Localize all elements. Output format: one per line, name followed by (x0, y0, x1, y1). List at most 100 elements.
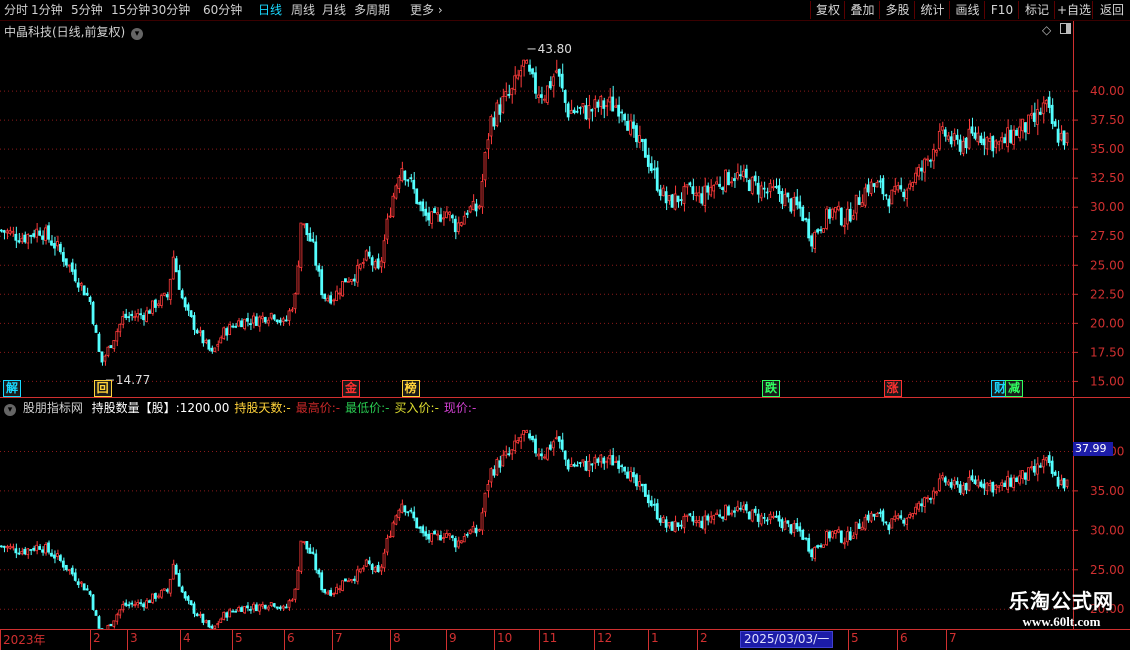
sub-candle-body-235 (697, 520, 701, 524)
candle-body-51 (151, 300, 154, 314)
sub-candle-body-108 (320, 572, 324, 591)
toolbar-button-0[interactable]: 复权 (810, 1, 845, 19)
main-chart-panel[interactable]: 15.00 17.50 20.00 22.50 25.00 27.50 30.00 32.50… (0, 21, 1130, 397)
toolbar-button-8[interactable]: 返回 (1092, 1, 1130, 19)
indicator-panel[interactable]: 20.0025.0030.0035.0040.00 ▾ 股朋指标网 持股数量【股… (0, 397, 1130, 629)
toolbar-button-5[interactable]: F10 (984, 1, 1019, 19)
candle-body-224 (664, 191, 668, 204)
sub-candle-body-212 (629, 471, 632, 482)
sub-candle-body-334 (991, 481, 995, 493)
candle-body-185 (548, 81, 552, 89)
sub-candle-body-38 (112, 620, 116, 627)
candle-body-87 (257, 316, 261, 327)
period-tab-9[interactable]: 多周期 (354, 2, 390, 18)
candle-body-240 (712, 185, 716, 192)
sub-candle-body-227 (673, 520, 677, 533)
watermark-title: 乐淘公式网 (1009, 589, 1114, 613)
candle-body-304 (902, 191, 906, 198)
sub-candle-body-92 (272, 603, 276, 607)
sub-candle-body-123 (364, 559, 368, 567)
candle-body-359 (1065, 132, 1069, 143)
period-tab-6[interactable]: 日线 (258, 2, 282, 18)
candlestick-chart[interactable]: 15.00 17.50 20.00 22.50 25.00 27.50 30.00 32.50… (0, 21, 1130, 396)
main-bg (0, 21, 1130, 396)
candle-body-77 (228, 324, 232, 336)
period-tab-0[interactable]: 分时 (4, 2, 28, 18)
sub-candle-body-285 (845, 531, 849, 543)
sub-candle-body-252 (747, 511, 751, 520)
sub-candle-body-198 (587, 460, 591, 471)
toolbar-button-4[interactable]: 画线 (949, 1, 985, 19)
candle-body-26 (76, 282, 80, 288)
y-tick-label-3: 22.50 (1090, 287, 1124, 301)
candle-body-74 (219, 337, 223, 344)
candle-body-336 (997, 141, 1001, 145)
more-menu[interactable]: 更多 › (410, 2, 443, 18)
candle-body-136 (403, 170, 407, 181)
candle-body-29 (85, 292, 89, 296)
candle-body-148 (439, 214, 442, 222)
candle-body-327 (970, 126, 974, 134)
chevron-down-icon[interactable]: ▾ (131, 28, 144, 40)
candle-body-99 (293, 293, 297, 310)
sub-candle-body-312 (926, 497, 929, 500)
sub-candle-body-77 (228, 609, 232, 618)
toolbar-button-3[interactable]: 统计 (914, 1, 950, 19)
candle-body-208 (617, 104, 621, 117)
period-tab-3[interactable]: 15分钟 (111, 2, 150, 18)
x-tick-label-15: 6 (900, 631, 908, 645)
sub-candle-body-229 (679, 524, 683, 527)
diamond-icon[interactable]: ◇ (1042, 23, 1051, 37)
sub-candle-body-192 (569, 464, 573, 467)
period-tab-1[interactable]: 1分钟 (31, 2, 63, 18)
toolbar-button-6[interactable]: 标记 (1018, 1, 1055, 19)
candle-body-199 (590, 109, 594, 112)
period-tab-7[interactable]: 周线 (291, 2, 315, 18)
sub-candle-body-94 (278, 606, 282, 610)
sub-candle-body-23 (67, 569, 71, 572)
sub-candle-body-270 (801, 529, 805, 540)
period-tab-2[interactable]: 5分钟 (71, 2, 103, 18)
candle-body-193 (572, 109, 576, 114)
sub-candle-body-306 (908, 514, 912, 518)
candle-body-35 (103, 355, 107, 362)
period-tab-4[interactable]: 30分钟 (151, 2, 190, 18)
sub-candle-body-170 (504, 451, 508, 456)
candle-body-305 (905, 189, 909, 199)
x-tick-label-7: 8 (393, 631, 401, 645)
toolbar-button-2[interactable]: 多股 (879, 1, 915, 19)
sub-candle-body-286 (848, 531, 852, 541)
candle-body-267 (792, 197, 796, 211)
candle-body-149 (442, 217, 445, 220)
sub-candle-body-276 (819, 545, 822, 548)
sub-candle-body-149 (442, 537, 445, 539)
sub-candle-body-119 (352, 578, 356, 581)
candle-body-124 (367, 251, 371, 257)
candle-body-153 (453, 218, 457, 233)
candle-body-71 (210, 347, 214, 352)
candle-body-221 (655, 167, 659, 191)
sub-candle-body-56 (165, 589, 169, 592)
sub-candle-body-316 (937, 478, 941, 491)
sub-candle-body-281 (833, 530, 837, 535)
sub-candle-body-298 (884, 521, 888, 524)
candle-body-310 (920, 167, 923, 172)
sub-candle-body-37 (109, 623, 113, 627)
indicator-chart[interactable]: 20.0025.0030.0035.0040.00 (0, 397, 1130, 629)
candle-body-225 (667, 195, 671, 202)
candle-body-67 (198, 330, 202, 333)
panel-toggle-icon[interactable] (1060, 23, 1071, 37)
x-tick-label-1: 2 (93, 631, 101, 645)
period-tab-5[interactable]: 60分钟 (203, 2, 242, 18)
chevron-down-icon[interactable]: ▾ (4, 404, 16, 416)
candle-body-232 (688, 182, 692, 186)
candle-body-311 (923, 158, 926, 173)
sub-candle-body-147 (436, 533, 439, 536)
sub-candle-body-148 (439, 535, 442, 541)
toolbar-button-1[interactable]: 叠加 (844, 1, 880, 19)
sub-candle-body-301 (893, 515, 897, 520)
sub-candle-body-60 (177, 572, 181, 587)
sub-candle-body-164 (486, 484, 490, 492)
period-tab-8[interactable]: 月线 (322, 2, 346, 18)
toolbar-button-7[interactable]: +自选 (1054, 1, 1093, 19)
